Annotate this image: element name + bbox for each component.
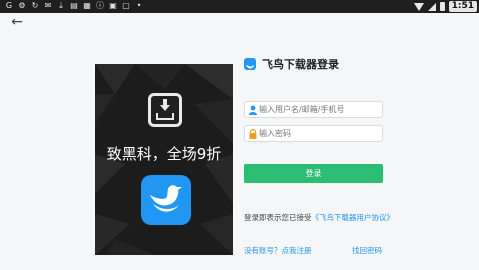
signal-icon [427,2,436,11]
agreement-text: 登录即表示您已接受《飞鸟下载器用户协议》 [244,212,394,223]
calendar-icon: ▣ [109,1,117,10]
tray-icon [156,113,174,120]
lock-icon [249,129,257,139]
user-icon [249,105,257,115]
forgot-password-link[interactable]: 找回密码 [352,245,382,256]
password-input[interactable] [259,126,379,141]
register-link[interactable]: 没有账号？点我注册 [244,245,312,256]
promo-banner[interactable]: 致黑科，全场9折 [95,64,233,255]
login-header: 飞鸟下载器登录 [244,56,339,72]
notification-icons: G ⚙ ↻ ✉ ⤓ ▤ ▦ ⓘ ▣ ▢ • [5,1,143,10]
download-arrow-icon [160,99,170,111]
status-clock: 1:51 [448,1,477,12]
username-field[interactable] [244,101,383,118]
app-logo-icon [244,58,256,70]
image-icon: ▦ [83,1,91,10]
user-agreement-link[interactable]: 《飞鸟下载器用户协议》 [312,213,395,222]
google-icon: G [5,1,13,10]
promo-text: 致黑科，全场9折 [106,145,222,163]
download-logo-icon [148,93,182,127]
info-icon: ⓘ [96,1,104,10]
status-bar: G ⚙ ↻ ✉ ⤓ ▤ ▦ ⓘ ▣ ▢ • 1:51 [0,0,479,13]
dot-icon: • [136,1,142,10]
login-button[interactable]: 登录 [244,164,383,183]
settings-icon: ⚙ [18,1,26,10]
back-arrow-icon[interactable]: ← [8,14,26,30]
battery-icon [439,2,445,11]
lock-icon: ▢ [122,1,130,10]
mail-icon: ✉ [44,1,52,10]
agreement-prefix: 登录即表示您已接受 [244,213,312,222]
password-field[interactable] [244,125,383,142]
login-title: 飞鸟下载器登录 [262,58,339,71]
username-input[interactable] [259,102,379,117]
sync-icon: ↻ [31,1,39,10]
bird-icon [150,185,182,212]
notification-icon: ▤ [70,1,78,10]
wifi-icon [413,2,424,11]
bird-app-icon [141,175,191,225]
download-icon: ⤓ [59,1,63,10]
